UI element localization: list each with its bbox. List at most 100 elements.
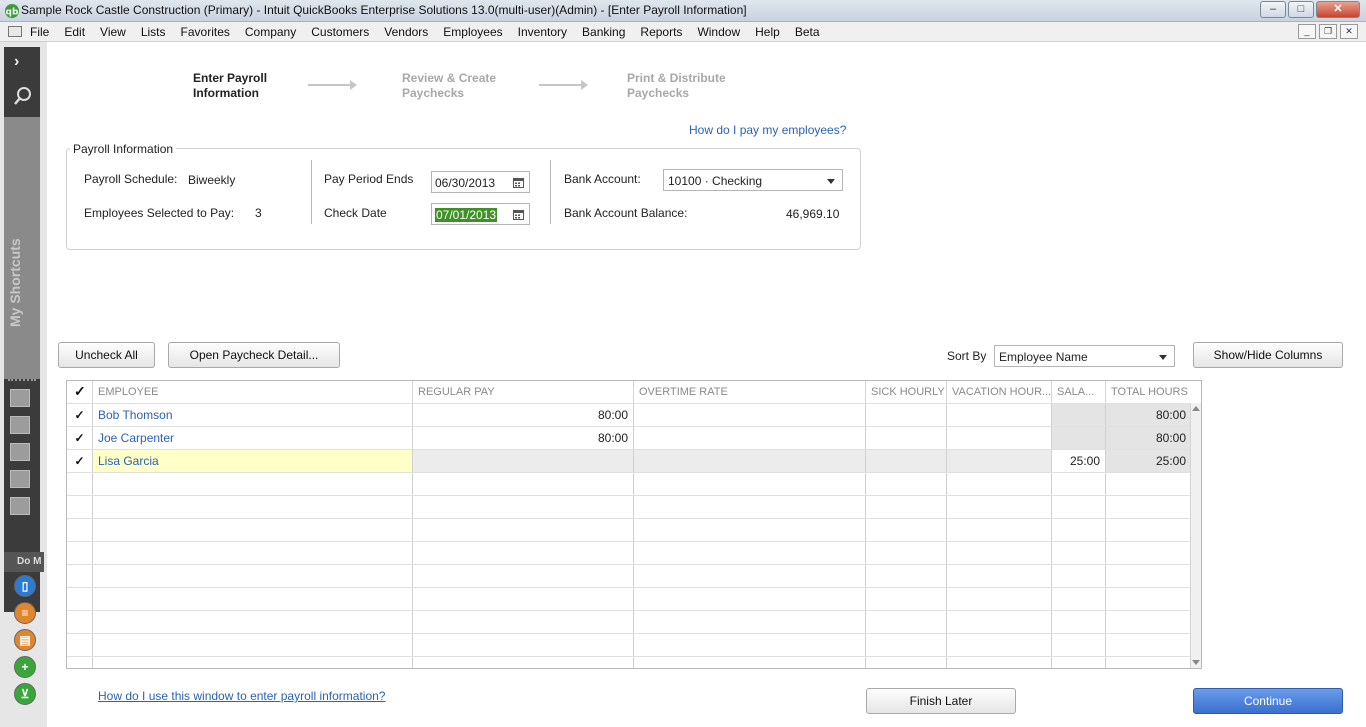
cell-check[interactable]: ✓ (67, 427, 92, 450)
mobile-phone-icon[interactable]: ▯ (14, 575, 36, 597)
child-minimize-button[interactable]: _ (1298, 24, 1316, 39)
cell-check (67, 565, 92, 588)
menu-edit[interactable]: Edit (64, 25, 85, 39)
help-pay-employees-link[interactable]: How do I pay my employees? (689, 123, 846, 137)
maximize-button[interactable]: □ (1288, 1, 1314, 18)
menu-employees[interactable]: Employees (443, 25, 502, 39)
table-row[interactable]: ✓ Bob Thomson 80:00 80:00 (67, 403, 1191, 427)
grid-scrollbar[interactable] (1190, 403, 1201, 668)
calendar-icon[interactable] (513, 177, 524, 188)
my-shortcuts-label: My Shortcuts (7, 238, 23, 327)
column-header-overtime-rate[interactable]: OVERTIME RATE (633, 381, 865, 403)
sort-by-select[interactable]: Employee Name (994, 345, 1175, 367)
document-window-icon[interactable] (8, 26, 22, 37)
table-row[interactable] (67, 610, 1191, 634)
check-date-field[interactable]: 07/01/2013 (431, 203, 530, 225)
uncheck-all-button[interactable]: Uncheck All (58, 342, 155, 368)
cell-sick[interactable] (865, 450, 946, 473)
table-row[interactable] (67, 564, 1191, 588)
help-enter-payroll-link[interactable]: How do I use this window to enter payrol… (98, 689, 385, 703)
menu-company[interactable]: Company (245, 25, 296, 39)
my-shortcuts-panel[interactable]: My Shortcuts (4, 117, 40, 379)
step-review-create: Review & Create Paychecks (402, 71, 542, 101)
search-icon[interactable] (12, 85, 34, 107)
cell-salary[interactable]: 25:00 (1051, 450, 1105, 473)
minimize-button[interactable]: – (1260, 1, 1286, 18)
cell-salary[interactable] (1051, 427, 1105, 450)
menu-vendors[interactable]: Vendors (384, 25, 428, 39)
cell-sick (865, 611, 946, 634)
cell-check[interactable]: ✓ (67, 450, 92, 473)
menu-file[interactable]: File (30, 25, 49, 39)
menu-lists[interactable]: Lists (141, 25, 166, 39)
pay-period-ends-label: Pay Period Ends (324, 172, 414, 186)
show-hide-columns-button[interactable]: Show/Hide Columns (1193, 342, 1343, 368)
column-header-salary[interactable]: SALA... (1051, 381, 1105, 403)
window-icon[interactable] (10, 497, 30, 515)
menu-banking[interactable]: Banking (582, 25, 625, 39)
cell-employee[interactable]: Lisa Garcia (92, 450, 412, 473)
table-row[interactable]: ✓ Joe Carpenter 80:00 80:00 (67, 426, 1191, 450)
child-close-button[interactable]: ✕ (1340, 24, 1358, 39)
reports-chart-icon[interactable] (10, 470, 30, 488)
bank-account-select[interactable]: 10100 · Checking (663, 169, 843, 191)
menu-reports[interactable]: Reports (640, 25, 682, 39)
table-row[interactable] (67, 518, 1191, 542)
cell-overtime[interactable] (633, 404, 865, 427)
cell-regular[interactable]: 80:00 (412, 427, 633, 450)
table-row[interactable] (67, 541, 1191, 565)
cell-vacation[interactable] (946, 450, 1051, 473)
cell-vacation[interactable] (946, 404, 1051, 427)
child-restore-button[interactable]: ❐ (1319, 24, 1337, 39)
finish-later-button[interactable]: Finish Later (866, 688, 1016, 714)
cell-employee[interactable]: Joe Carpenter (92, 427, 412, 450)
continue-button[interactable]: Continue (1193, 688, 1343, 714)
menu-beta[interactable]: Beta (795, 25, 820, 39)
menu-window[interactable]: Window (697, 25, 740, 39)
table-row[interactable] (67, 587, 1191, 611)
column-header-vacation-hourly[interactable]: VACATION HOUR... (946, 381, 1051, 403)
cell-regular[interactable] (412, 450, 633, 473)
scroll-up-icon[interactable] (1192, 406, 1200, 411)
cell-employee[interactable]: Bob Thomson (92, 404, 412, 427)
cell-overtime[interactable] (633, 427, 865, 450)
table-row[interactable] (67, 495, 1191, 519)
payroll-icon[interactable]: ≡ (14, 602, 36, 624)
cell-salary[interactable] (1051, 404, 1105, 427)
table-row[interactable] (67, 472, 1191, 496)
cell-total[interactable]: 80:00 (1105, 427, 1191, 450)
cell-total[interactable]: 80:00 (1105, 404, 1191, 427)
cell-total[interactable]: 25:00 (1105, 450, 1191, 473)
column-header-employee[interactable]: EMPLOYEE (92, 381, 412, 403)
add-icon[interactable]: + (14, 656, 36, 678)
table-row[interactable] (67, 633, 1191, 657)
select-all-checkmark-icon[interactable]: ✓ (67, 381, 92, 403)
open-paycheck-detail-button[interactable]: Open Paycheck Detail... (168, 342, 340, 368)
calendar-icon[interactable] (513, 209, 524, 220)
list-icon[interactable] (10, 443, 30, 461)
column-header-regular-pay[interactable]: REGULAR PAY (412, 381, 633, 403)
view-balances-icon[interactable] (10, 389, 30, 407)
cell-overtime[interactable] (633, 450, 865, 473)
cell-sick[interactable] (865, 404, 946, 427)
cell-regular[interactable]: 80:00 (412, 404, 633, 427)
menu-inventory[interactable]: Inventory (518, 25, 567, 39)
menu-favorites[interactable]: Favorites (181, 25, 230, 39)
close-button[interactable]: ✕ (1316, 1, 1360, 18)
menu-customers[interactable]: Customers (311, 25, 369, 39)
cell-check[interactable]: ✓ (67, 404, 92, 427)
shopping-cart-icon[interactable]: ⊻ (14, 683, 36, 705)
table-row[interactable]: ✓ Lisa Garcia 25:00 25:00 (67, 449, 1191, 473)
cell-vacation[interactable] (946, 427, 1051, 450)
expand-chevron-icon[interactable]: › (14, 53, 19, 71)
column-header-sick-hourly[interactable]: SICK HOURLY (865, 381, 946, 403)
pay-period-ends-field[interactable]: 06/30/2013 (431, 171, 530, 193)
column-header-total-hours[interactable]: TOTAL HOURS (1105, 381, 1191, 403)
cell-sick[interactable] (865, 427, 946, 450)
menu-view[interactable]: View (100, 25, 126, 39)
scroll-down-icon[interactable] (1192, 660, 1200, 665)
menu-help[interactable]: Help (755, 25, 780, 39)
checks-icon[interactable]: ▤ (14, 629, 36, 651)
alert-icon[interactable] (10, 416, 30, 434)
table-row[interactable] (67, 656, 1191, 668)
